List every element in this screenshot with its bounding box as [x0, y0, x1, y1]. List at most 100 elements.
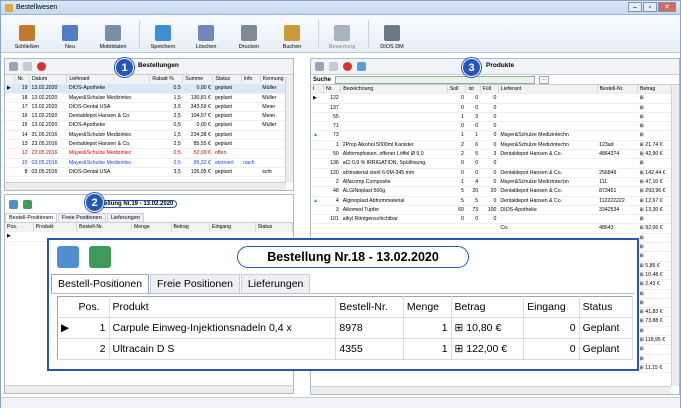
detail-column-header[interactable]: Betrag — [171, 223, 210, 233]
cell-name — [340, 121, 448, 132]
products-column-header[interactable]: I — [311, 85, 324, 95]
table-row[interactable]: 1 2Prop Alkohol 5000ml Kanister 2 6 0 Mayer&S… — [311, 140, 679, 151]
filter-clear-icon[interactable] — [23, 62, 32, 71]
row-marker — [311, 168, 324, 178]
minimize-button[interactable]: – — [628, 2, 642, 12]
table-row[interactable]: 2 Alfacomp Composite 1 4 0 Mayer&Schulze Medi… — [311, 177, 679, 188]
table-row[interactable]: 48 ALGINoplast 500g 5 20 20 Dentaldepot Hanse… — [311, 186, 679, 197]
filter-icon[interactable] — [315, 62, 324, 71]
toolbar-button-buchen[interactable]: Buchen — [272, 25, 312, 52]
cell-ist: 4 — [465, 177, 481, 188]
products-scrollbar-vertical[interactable] — [671, 86, 679, 386]
toolbar-button-bewertung[interactable]: Bewertung — [322, 25, 362, 52]
search-options-button[interactable]: ··· — [539, 75, 550, 84]
table-row[interactable]: 137 0 0 0 ⊞ — [311, 103, 679, 113]
maximize-button[interactable]: ▫ — [643, 2, 657, 12]
toolbar-button-l-schen[interactable]: Löschen — [186, 25, 226, 52]
products-column-header[interactable]: Bestell-Nr. — [597, 85, 639, 95]
table-row[interactable]: 13 23.05.2016 Dentaldepot Hansen & Co. 2,5 8… — [5, 139, 293, 150]
toolbar-button-dios-dm[interactable]: DIOS DM — [372, 25, 412, 52]
tab-bestell-positionen[interactable]: Bestell-Positionen — [5, 213, 58, 222]
toolbar-button-neu[interactable]: Neu — [50, 25, 90, 52]
products-column-header[interactable]: Lieferant — [498, 85, 598, 95]
orders-scrollbar-vertical[interactable] — [285, 76, 293, 182]
table-row[interactable]: 120 ahlmaterial steril 6-0M-345 mm 0 0 0 Dent… — [311, 168, 679, 178]
zoom-tab-lieferungen[interactable]: Lieferungen — [240, 274, 311, 293]
orders-column-header[interactable]: Summe — [182, 75, 214, 85]
close-window-button[interactable]: ✕ — [658, 2, 676, 12]
orders-column-header[interactable]: Datum — [29, 75, 68, 85]
orders-column-header[interactable]: Rabatt % — [149, 75, 184, 85]
filter-icon[interactable] — [9, 62, 18, 71]
toolbar-button-schlie-en[interactable]: Schließen — [7, 25, 47, 52]
add-position-icon[interactable] — [57, 246, 79, 268]
detail-column-header[interactable]: Status — [255, 223, 294, 233]
tab-lieferungen[interactable]: Lieferungen — [106, 213, 144, 222]
row-marker — [311, 121, 324, 132]
add-position-icon[interactable] — [9, 199, 18, 209]
add-free-position-icon[interactable] — [89, 246, 111, 268]
zoom-column-header[interactable]: Menge — [403, 296, 452, 318]
orders-scrollbar-horizontal[interactable] — [5, 182, 286, 190]
zoom-column-header[interactable]: Pos. — [75, 296, 110, 318]
detail-scrollbar-horizontal[interactable] — [5, 385, 293, 393]
zoom-column-header[interactable]: Produkt — [109, 296, 337, 318]
zoom-table-row[interactable]: 2 Ultracain D S 4355 1 ⊞ 122,00 €0 Geplant — [57, 338, 634, 360]
toolbar-button-mobildaten[interactable]: Mobildaten — [93, 25, 133, 52]
cell-fuell — [480, 223, 499, 234]
zoom-column-header[interactable]: Status — [579, 296, 634, 318]
zoom-column-header[interactable]: Bestell-Nr. — [335, 296, 404, 318]
orders-column-header[interactable]: Status — [212, 75, 242, 85]
table-row[interactable]: 101 alkyl Röntgenschichtbar 0 0 0 ⊞ — [311, 214, 679, 225]
tab-freie-positionen[interactable]: Freie Positionen — [58, 213, 106, 222]
table-row[interactable]: 8 03.05.2016 DIOS-Dental USA 3,5 135,05 € gep… — [5, 167, 293, 178]
delete-filter-icon[interactable] — [343, 62, 352, 71]
table-row[interactable]: 18 13.02.2020 Mayer&Schulze Medizintec 1,5 1… — [5, 93, 293, 103]
table-row[interactable]: ▶ 19 13.02.2020 DIOS-Apotheke 0,5 0,00 € gepla… — [5, 83, 293, 94]
cell-order_no: 256849 — [597, 168, 638, 178]
products-scrollbar-horizontal[interactable] — [311, 386, 671, 394]
refresh-icon[interactable] — [357, 62, 366, 71]
table-row[interactable]: ▲ 4 Alginoplast Abformmaterial 5 5 0 Dentaldep… — [311, 196, 679, 206]
table-row[interactable]: 55 1 3 0 ⊞ — [311, 112, 679, 123]
add-free-position-icon[interactable] — [23, 199, 32, 209]
orders-column-header[interactable]: Nr. — [14, 75, 30, 85]
zoom-cell-status: Geplant — [579, 338, 634, 360]
table-row[interactable]: ▲ 73 1 1 0 Mayer&Schulze Medizintechn ⊞ — [311, 130, 679, 141]
cell-nr: 17 — [14, 102, 30, 113]
zoom-column-header[interactable]: Betrag — [451, 296, 525, 318]
table-row[interactable]: 10 03.05.2016 Mayer&Schulze Medizintec 0,5 9… — [5, 158, 293, 168]
toolbar-button-speichern[interactable]: Speichern — [143, 25, 183, 52]
table-row[interactable]: Co. 48643 ⊞ 92,06 € — [311, 223, 679, 234]
orders-column-header[interactable]: Lieferant — [66, 75, 151, 85]
zoom-table-row[interactable]: ▶ 1 Carpule Einweg-Injektionsnadeln 0,4 x8… — [57, 317, 634, 339]
products-column-header[interactable]: Soll — [447, 85, 467, 95]
detail-column-header[interactable]: Menge — [131, 223, 172, 233]
table-row[interactable]: 12 23.05.2016 Mayer&Schulze Medizintec 0,5 5… — [5, 148, 293, 159]
detail-column-header[interactable]: Produkt — [33, 223, 78, 233]
toolbar-button-drucken[interactable]: Drucken — [229, 25, 269, 52]
table-row[interactable]: 136 aCl 0,9 % IRRIGATION, Spüllösung, 0 0 0 ⊞ — [311, 158, 679, 169]
table-row[interactable]: 16 13.02.2020 Dentaldepot Hansen & Co. 2,5 1… — [5, 111, 293, 122]
zoom-tab-bestell-positionen[interactable]: Bestell-Positionen — [51, 274, 150, 293]
detail-column-header[interactable]: Pos. — [5, 223, 34, 233]
products-column-header[interactable]: Nr. — [323, 85, 342, 95]
table-row[interactable]: 17 13.02.2020 DIOS-Dental USA 3,5 343,59 € ge… — [5, 102, 293, 113]
zoom-tab-freie-positionen[interactable]: Freie Positionen — [150, 274, 240, 293]
table-row[interactable]: 15 13.02.2020 DIOS-Apotheke 0,5 0,00 € geplan… — [5, 120, 293, 131]
search-input[interactable] — [335, 75, 536, 84]
table-row[interactable]: 14 31.05.2016 Mayer&Schulze Medizintec 1,5 2… — [5, 130, 293, 141]
products-column-header[interactable]: Füll — [480, 85, 499, 95]
products-column-header[interactable]: Ist — [465, 85, 481, 95]
detail-column-header[interactable]: Eingang — [209, 223, 256, 233]
table-row[interactable]: 71 0 0 0 ⊞ — [311, 121, 679, 132]
filter-clear-icon[interactable] — [329, 62, 338, 71]
table-row[interactable]: 50 Abformpfosten, offener Löffel Ø 5,0 2 5 3… — [311, 149, 679, 160]
zoom-column-header[interactable]: Eingang — [523, 296, 580, 318]
orders-column-header[interactable]: Info — [241, 75, 261, 85]
table-row[interactable]: 3 Alkomed Tupfer 60 73 100 DIOS-Apotheke 33425… — [311, 205, 679, 216]
products-column-header[interactable]: Bezeichnung — [340, 85, 448, 95]
delete-filter-icon[interactable] — [37, 62, 46, 71]
table-row[interactable]: ▶ 122 0 0 0 ⊞ — [311, 93, 679, 104]
detail-column-header[interactable]: Bestell-Nr. — [76, 223, 132, 233]
